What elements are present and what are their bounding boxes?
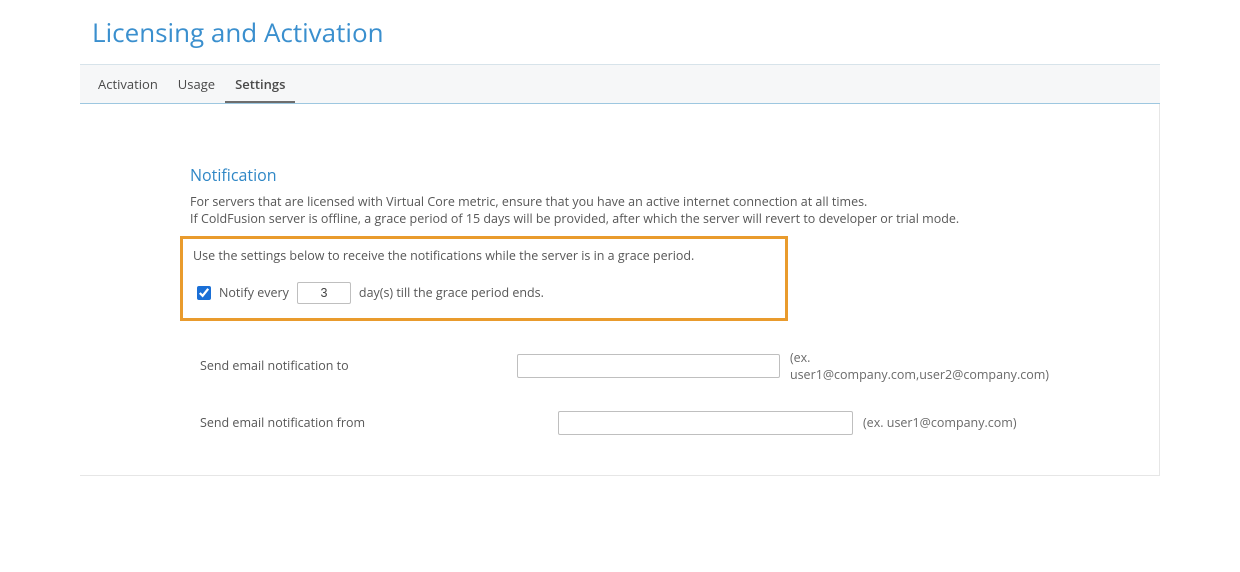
tab-activation[interactable]: Activation bbox=[88, 65, 168, 103]
page-title: Licensing and Activation bbox=[80, 0, 1160, 64]
tab-settings[interactable]: Settings bbox=[225, 65, 295, 103]
notify-checkbox[interactable] bbox=[197, 286, 211, 300]
notification-help-2: If ColdFusion server is offline, a grace… bbox=[190, 211, 1049, 228]
email-to-hint: (ex. user1@company.com,user2@company.com… bbox=[790, 349, 1049, 383]
notification-heading: Notification bbox=[190, 164, 1049, 186]
settings-panel: Notification For servers that are licens… bbox=[80, 104, 1160, 476]
page-container: Licensing and Activation Activation Usag… bbox=[0, 0, 1240, 476]
grace-period-highlight: Use the settings below to receive the no… bbox=[180, 236, 788, 321]
notify-prefix: Notify every bbox=[219, 284, 289, 301]
tab-bar: Activation Usage Settings bbox=[80, 64, 1160, 104]
notify-days-input[interactable] bbox=[297, 282, 351, 304]
email-from-input[interactable] bbox=[558, 411, 853, 435]
email-from-label: Send email notification from bbox=[190, 414, 558, 431]
email-from-hint: (ex. user1@company.com) bbox=[863, 414, 1017, 431]
tab-usage[interactable]: Usage bbox=[168, 65, 225, 103]
notification-help-1: For servers that are licensed with Virtu… bbox=[190, 194, 1049, 211]
email-from-row: Send email notification from (ex. user1@… bbox=[190, 411, 1049, 435]
email-to-row: Send email notification to (ex. user1@co… bbox=[190, 349, 1049, 383]
email-to-input[interactable] bbox=[517, 354, 780, 378]
email-to-label: Send email notification to bbox=[190, 357, 517, 374]
notify-suffix: day(s) till the grace period ends. bbox=[359, 284, 544, 301]
grace-period-instruction: Use the settings below to receive the no… bbox=[193, 247, 775, 264]
notify-row: Notify every day(s) till the grace perio… bbox=[193, 282, 775, 304]
